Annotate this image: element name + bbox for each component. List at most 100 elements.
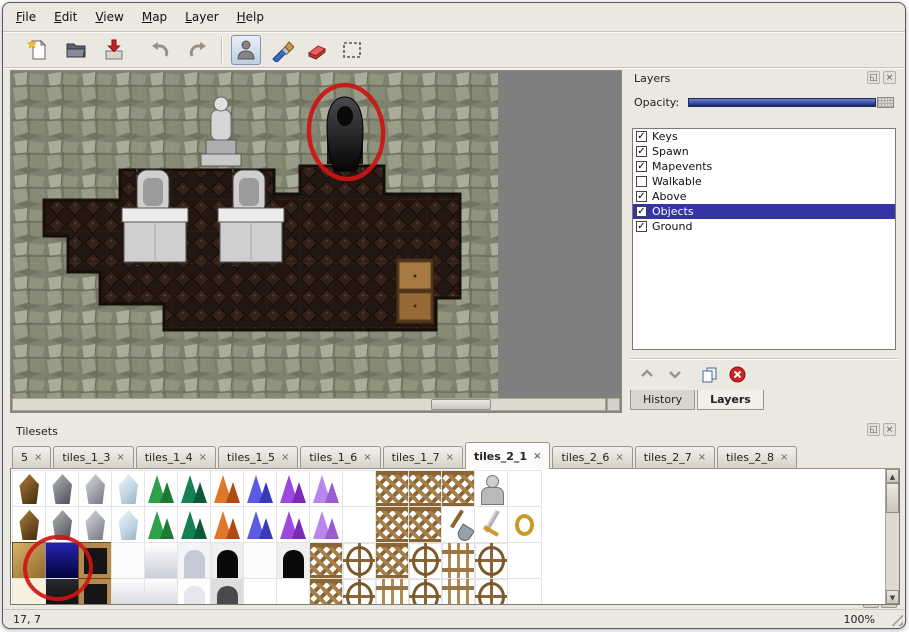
tileset-vscroll-thumb[interactable]: [886, 483, 899, 513]
tileset-tile-fence[interactable]: [310, 543, 343, 579]
layer-row-mapevents[interactable]: ✓Mapevents: [633, 159, 895, 174]
layer-row-objects[interactable]: ✓Objects: [633, 204, 895, 219]
tileset-tile-tile-white[interactable]: [112, 543, 145, 579]
map-canvas-area[interactable]: [10, 70, 622, 413]
tileset-tile-rock-ice[interactable]: [112, 507, 145, 543]
tab-close-icon[interactable]: ×: [116, 452, 124, 463]
layer-row-above[interactable]: ✓Above: [633, 189, 895, 204]
tab-close-icon[interactable]: ×: [446, 452, 454, 463]
tileset-tile-track[interactable]: [442, 579, 475, 605]
tileset-tile-tile-navy[interactable]: [46, 543, 79, 579]
tileset-tile-fence[interactable]: [409, 471, 442, 507]
layers-list[interactable]: ✓Keys✓Spawn✓MapeventsWalkable✓Above✓Obje…: [632, 128, 896, 350]
tileset-vertical-scrollbar[interactable]: ▲ ▼: [885, 469, 899, 604]
tileset-tile-wheel[interactable]: [343, 579, 376, 605]
menu-help[interactable]: Help: [228, 7, 273, 27]
tileset-tile-door-wood[interactable]: [79, 579, 112, 605]
tileset-tile-empty[interactable]: [508, 471, 541, 507]
resize-grip[interactable]: [890, 613, 903, 626]
tileset-content[interactable]: ▲ ▼: [10, 469, 900, 605]
eraser-tool-button[interactable]: [302, 35, 332, 65]
tileset-tile-statue[interactable]: [475, 471, 508, 507]
tileset-tile-arch-white[interactable]: [178, 579, 211, 605]
layer-move-up-button[interactable]: [636, 364, 658, 384]
tileset-tile-rock-brown[interactable]: [13, 507, 46, 543]
tab-close-icon[interactable]: ×: [533, 451, 541, 462]
layer-row-spawn[interactable]: ✓Spawn: [633, 144, 895, 159]
layer-visibility-checkbox[interactable]: ✓: [636, 161, 647, 172]
tileset-tile-fence[interactable]: [409, 507, 442, 543]
new-button[interactable]: [23, 35, 53, 65]
opacity-slider[interactable]: [688, 97, 894, 108]
duplicate-layer-button[interactable]: [698, 364, 720, 384]
stamp-tool-button[interactable]: [231, 35, 261, 65]
tileset-tab-tiles_1_7[interactable]: tiles_1_7×: [383, 446, 463, 468]
tileset-tile-empty[interactable]: [343, 507, 376, 543]
tileset-tile-tile-dark[interactable]: [46, 579, 79, 605]
tab-close-icon[interactable]: ×: [199, 452, 207, 463]
menu-map[interactable]: Map: [133, 7, 176, 27]
map-horizontal-scrollbar[interactable]: [12, 398, 606, 411]
menu-file[interactable]: File: [7, 7, 45, 27]
tileset-tile-rock-ice[interactable]: [112, 471, 145, 507]
tileset-tile-arch-black[interactable]: [277, 543, 310, 579]
tileset-tile-crystal-teal[interactable]: [178, 507, 211, 543]
tileset-tile-coil[interactable]: [508, 507, 541, 543]
tileset-tile-rock-gray2[interactable]: [79, 507, 112, 543]
tileset-tile-crystal-orange[interactable]: [211, 507, 244, 543]
tileset-tab-5[interactable]: 5×: [12, 446, 51, 468]
tileset-tab-tiles_2_1[interactable]: tiles_2_1×: [465, 442, 551, 469]
tileset-tile-crystal-green[interactable]: [145, 471, 178, 507]
tileset-tile-rock-gray[interactable]: [46, 471, 79, 507]
tileset-tile-arch-black[interactable]: [211, 543, 244, 579]
tileset-tab-tiles_1_3[interactable]: tiles_1_3×: [53, 446, 133, 468]
tileset-tab-tiles_2_7[interactable]: tiles_2_7×: [635, 446, 715, 468]
tileset-tile-crystal-purple[interactable]: [277, 471, 310, 507]
float-panel-icon[interactable]: ◱: [867, 423, 880, 436]
tileset-tile-shovel[interactable]: [442, 507, 475, 543]
tileset-tile-tile-light[interactable]: [13, 579, 46, 605]
panel-tab-layers[interactable]: Layers: [697, 390, 764, 410]
tileset-tab-tiles_1_5[interactable]: tiles_1_5×: [218, 446, 298, 468]
close-panel-icon[interactable]: ×: [883, 71, 896, 84]
redo-button[interactable]: [183, 35, 213, 65]
tileset-tile-fence[interactable]: [376, 543, 409, 579]
tileset-tile-crystal-teal[interactable]: [178, 471, 211, 507]
tileset-tile-rock-gray[interactable]: [46, 507, 79, 543]
layer-visibility-checkbox[interactable]: ✓: [636, 221, 647, 232]
layer-visibility-checkbox[interactable]: ✓: [636, 146, 647, 157]
tileset-tile-sword[interactable]: [475, 507, 508, 543]
tileset-tile-rock-brown[interactable]: [13, 471, 46, 507]
tileset-tab-tiles_2_6[interactable]: tiles_2_6×: [552, 446, 632, 468]
tileset-tile-tile-gold[interactable]: [13, 543, 46, 579]
tileset-tile-crystal-orange[interactable]: [211, 471, 244, 507]
tab-close-icon[interactable]: ×: [363, 452, 371, 463]
layer-row-walkable[interactable]: Walkable: [633, 174, 895, 189]
tab-close-icon[interactable]: ×: [780, 452, 788, 463]
tileset-tile-tile-pale[interactable]: [145, 543, 178, 579]
layer-visibility-checkbox[interactable]: ✓: [636, 206, 647, 217]
layer-move-down-button[interactable]: [664, 364, 686, 384]
tileset-tile-door-wood[interactable]: [79, 543, 112, 579]
undo-button[interactable]: [145, 35, 175, 65]
float-panel-icon[interactable]: ◱: [867, 71, 880, 84]
tileset-tile-empty[interactable]: [277, 579, 310, 605]
tileset-tile-arch-pale[interactable]: [178, 543, 211, 579]
panel-tab-history[interactable]: History: [630, 390, 695, 410]
tileset-tile-fence[interactable]: [376, 471, 409, 507]
tab-close-icon[interactable]: ×: [34, 452, 42, 463]
tileset-tile-wheel[interactable]: [343, 543, 376, 579]
select-tool-button[interactable]: [337, 35, 367, 65]
tileset-tile-empty[interactable]: [244, 579, 277, 605]
menu-view[interactable]: View: [86, 7, 132, 27]
opacity-slider-handle[interactable]: [877, 97, 894, 108]
tileset-tab-tiles_2_8[interactable]: tiles_2_8×: [717, 446, 797, 468]
tileset-tile-wheel[interactable]: [475, 579, 508, 605]
tab-close-icon[interactable]: ×: [698, 452, 706, 463]
tileset-tile-tile-pale[interactable]: [145, 579, 178, 605]
tileset-tab-tiles_1_4[interactable]: tiles_1_4×: [136, 446, 216, 468]
tileset-tile-empty[interactable]: [508, 543, 541, 579]
layer-visibility-checkbox[interactable]: ✓: [636, 131, 647, 142]
tileset-tile-wheel[interactable]: [409, 579, 442, 605]
menu-layer[interactable]: Layer: [176, 7, 227, 27]
